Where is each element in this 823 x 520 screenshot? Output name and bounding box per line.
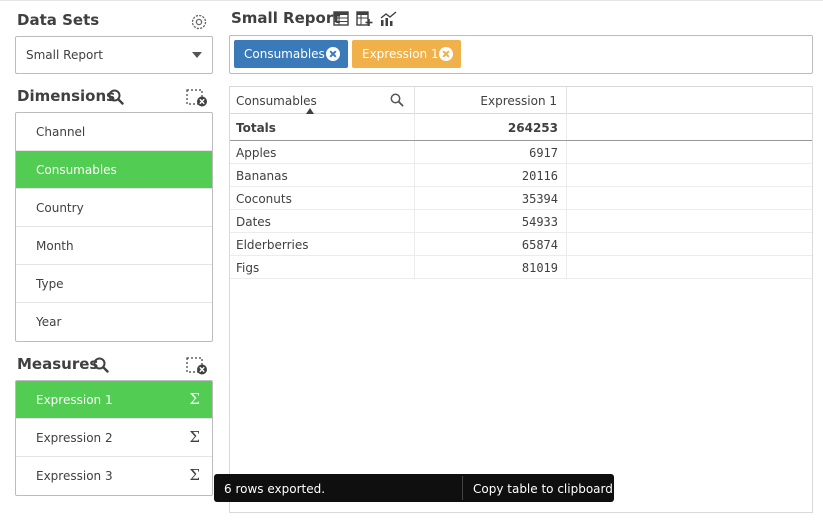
column-header-label: Expression 1 <box>480 94 557 108</box>
row-name: Elderberries <box>236 238 309 252</box>
selection-chip-bar: Consumables Expression 1 <box>229 35 813 74</box>
row-value: 20116 <box>521 169 558 183</box>
search-icon[interactable] <box>108 89 124 105</box>
chip-label: Expression 1 <box>362 47 439 61</box>
dimension-item-month[interactable]: Month <box>16 227 212 265</box>
table-row[interactable]: Apples 6917 <box>230 141 812 164</box>
column-header-label: Consumables <box>236 94 317 108</box>
row-value: 65874 <box>521 238 558 252</box>
dimension-item-consumables[interactable]: Consumables <box>16 151 212 189</box>
measures-title: Measures <box>17 355 99 373</box>
dimension-label: Country <box>36 201 84 215</box>
row-value: 81019 <box>521 261 558 275</box>
measure-item-expression-2[interactable]: Expression 2 Σ <box>16 419 212 457</box>
row-name: Figs <box>236 261 260 275</box>
measures-list: Expression 1 Σ Expression 2 Σ Expression… <box>15 380 213 496</box>
row-name: Coconuts <box>236 192 292 206</box>
measure-label: Expression 3 <box>36 469 113 483</box>
totals-label: Totals <box>236 121 276 135</box>
sigma-icon: Σ <box>189 428 200 446</box>
column-header-expression-1[interactable]: Expression 1 <box>415 87 567 114</box>
table-row[interactable]: Figs 81019 <box>230 256 812 279</box>
dimensions-title: Dimensions <box>17 87 116 105</box>
table-header: Consumables Expression 1 <box>230 87 812 114</box>
row-value: 35394 <box>521 192 558 206</box>
dimension-item-country[interactable]: Country <box>16 189 212 227</box>
table-view-icon[interactable] <box>333 11 350 27</box>
measure-label: Expression 1 <box>36 393 113 407</box>
dimension-label: Month <box>36 239 74 253</box>
dimension-label: Type <box>36 277 64 291</box>
dimension-label: Channel <box>36 125 86 139</box>
chart-icon[interactable] <box>380 11 397 27</box>
measure-item-expression-1[interactable]: Expression 1 Σ <box>16 381 212 419</box>
dataset-select-value: Small Report <box>26 48 103 62</box>
row-value: 6917 <box>529 146 558 160</box>
chip-consumables[interactable]: Consumables <box>234 40 348 68</box>
table-row[interactable]: Dates 54933 <box>230 210 812 233</box>
table-row[interactable]: Coconuts 35394 <box>230 187 812 210</box>
left-panel: Data Sets Small Report Dimensions Channe… <box>0 0 222 520</box>
dataset-select[interactable]: Small Report <box>15 36 213 74</box>
close-icon[interactable] <box>326 47 340 61</box>
table-row[interactable]: Elderberries 65874 <box>230 233 812 256</box>
toast-divider <box>462 476 463 500</box>
table-add-icon[interactable] <box>356 11 373 27</box>
dimensions-list: Channel Consumables Country Month Type Y… <box>15 112 213 342</box>
measure-item-expression-3[interactable]: Expression 3 Σ <box>16 457 212 495</box>
report-title: Small Report <box>231 9 341 27</box>
sigma-icon: Σ <box>189 390 200 408</box>
clear-selection-icon[interactable] <box>186 89 208 107</box>
datasets-title: Data Sets <box>17 11 100 29</box>
chip-label: Consumables <box>244 47 325 61</box>
column-header-consumables[interactable]: Consumables <box>230 87 415 114</box>
export-toast: 6 rows exported. Copy table to clipboard <box>214 474 614 502</box>
search-icon[interactable] <box>93 357 109 373</box>
report-table: Consumables Expression 1 Totals 264253 A… <box>229 86 813 513</box>
sigma-icon: Σ <box>189 466 200 484</box>
dimension-item-year[interactable]: Year <box>16 303 212 341</box>
totals-row: Totals 264253 <box>230 114 812 141</box>
clear-selection-icon[interactable] <box>186 357 208 375</box>
copy-table-button[interactable]: Copy table to clipboard <box>473 482 613 496</box>
row-name: Dates <box>236 215 271 229</box>
row-value: 54933 <box>521 215 558 229</box>
chip-expression-1[interactable]: Expression 1 <box>352 40 461 68</box>
row-name: Apples <box>236 146 277 160</box>
dimension-label: Year <box>36 315 62 329</box>
chevron-down-icon <box>192 52 202 58</box>
row-name: Bananas <box>236 169 288 183</box>
dimension-item-type[interactable]: Type <box>16 265 212 303</box>
dimension-item-channel[interactable]: Channel <box>16 113 212 151</box>
close-icon[interactable] <box>439 47 453 61</box>
gear-icon[interactable] <box>190 13 208 31</box>
search-icon[interactable] <box>390 93 404 107</box>
toast-message: 6 rows exported. <box>224 482 326 496</box>
table-row[interactable]: Bananas 20116 <box>230 164 812 187</box>
dimension-label: Consumables <box>36 163 117 177</box>
totals-value: 264253 <box>507 121 558 135</box>
measure-label: Expression 2 <box>36 431 113 445</box>
